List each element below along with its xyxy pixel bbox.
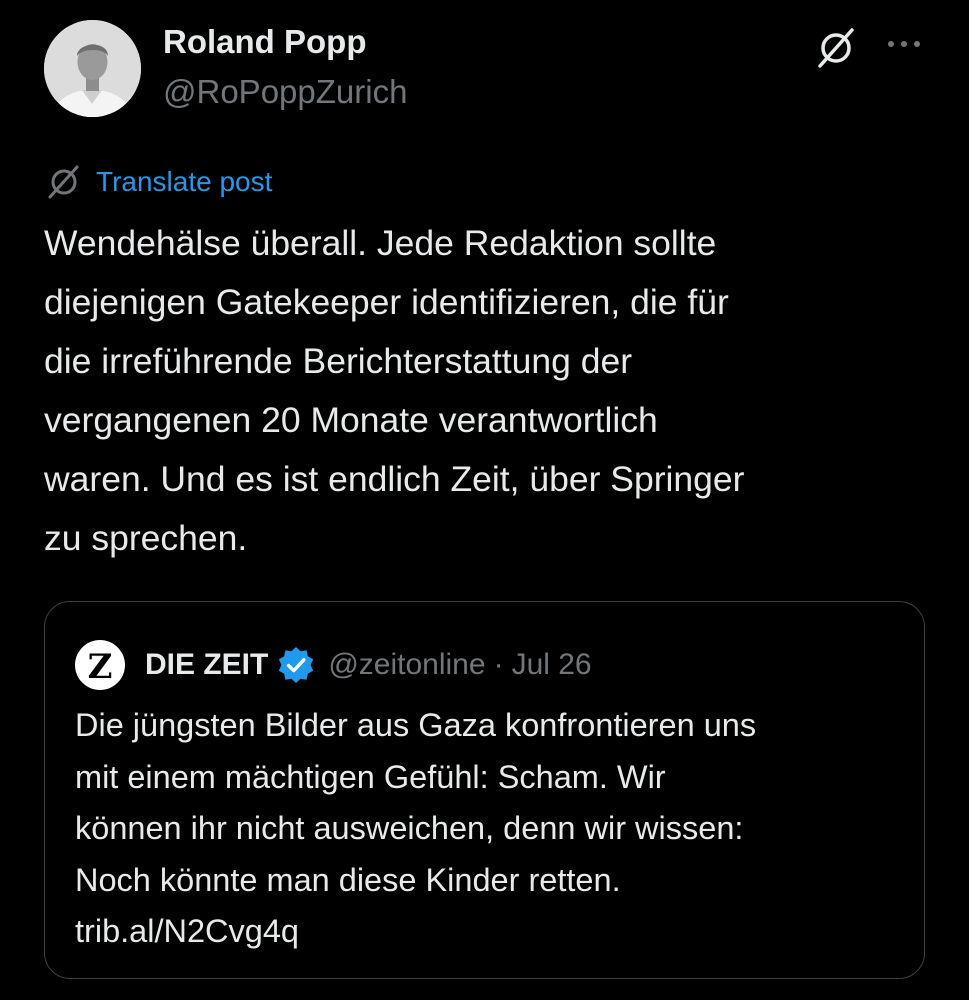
- author-display-name[interactable]: Roland Popp: [163, 20, 366, 64]
- post-text-line: Wendehälse überall. Jede Redaktion sollt…: [44, 223, 717, 263]
- quoted-post-text: Die jüngsten Bilder aus Gaza konfrontier…: [75, 700, 905, 958]
- grok-slash-circle-icon: [48, 165, 79, 199]
- post-text-line: zu sprechen.: [44, 518, 248, 558]
- post-text-line: diejenigen Gatekeeper identifizieren, di…: [44, 282, 729, 322]
- quoted-post-link[interactable]: trib.al/N2Cvg4q: [75, 906, 905, 958]
- zeit-logo-icon: Z: [88, 647, 113, 687]
- author-avatar[interactable]: [44, 20, 141, 117]
- translate-post-link[interactable]: Translate post: [44, 160, 272, 204]
- zeit-logo-letter: Z: [88, 647, 113, 687]
- quoted-author-name[interactable]: DIE ZEIT: [145, 648, 268, 682]
- quoted-author-handle[interactable]: @zeitonline: [328, 648, 485, 682]
- post-text-line: waren. Und es ist endlich Zeit, über Spr…: [44, 459, 745, 499]
- grok-button[interactable]: [812, 24, 860, 72]
- more-horizontal-icon: [888, 41, 920, 47]
- quoted-post-card[interactable]: Z DIE ZEIT @zeitonline · Jul 26 Die jüng…: [44, 601, 925, 979]
- post-text-line: die irreführende Berichterstattung der: [44, 341, 633, 381]
- more-options-button[interactable]: [882, 24, 926, 68]
- author-handle[interactable]: @RoPoppZurich: [163, 70, 407, 114]
- post-text: Wendehälse überall. Jede Redaktion sollt…: [44, 214, 924, 568]
- quoted-author-avatar[interactable]: Z: [75, 640, 125, 690]
- post-text-line: vergangenen 20 Monate verantwortlich: [44, 400, 658, 440]
- quoted-post-date[interactable]: Jul 26: [512, 648, 592, 682]
- quoted-text-line: mit einem mächtigen Gefühl: Scham. Wir: [75, 758, 666, 795]
- avatar-photo: [44, 20, 141, 117]
- quoted-text-line: Die jüngsten Bilder aus Gaza konfrontier…: [75, 707, 757, 743]
- header-separator: ·: [493, 648, 504, 681]
- quoted-text-line: Noch könnte man diese Kinder retten.: [75, 861, 621, 898]
- verified-badge-icon: [279, 647, 314, 683]
- quoted-text-line: können ihr nicht ausweichen, denn wir wi…: [75, 810, 744, 846]
- translate-post-label: Translate post: [96, 166, 273, 197]
- quoted-post-header: DIE ZEIT @zeitonline · Jul 26: [145, 640, 592, 690]
- grok-slash-circle-icon: [818, 28, 854, 68]
